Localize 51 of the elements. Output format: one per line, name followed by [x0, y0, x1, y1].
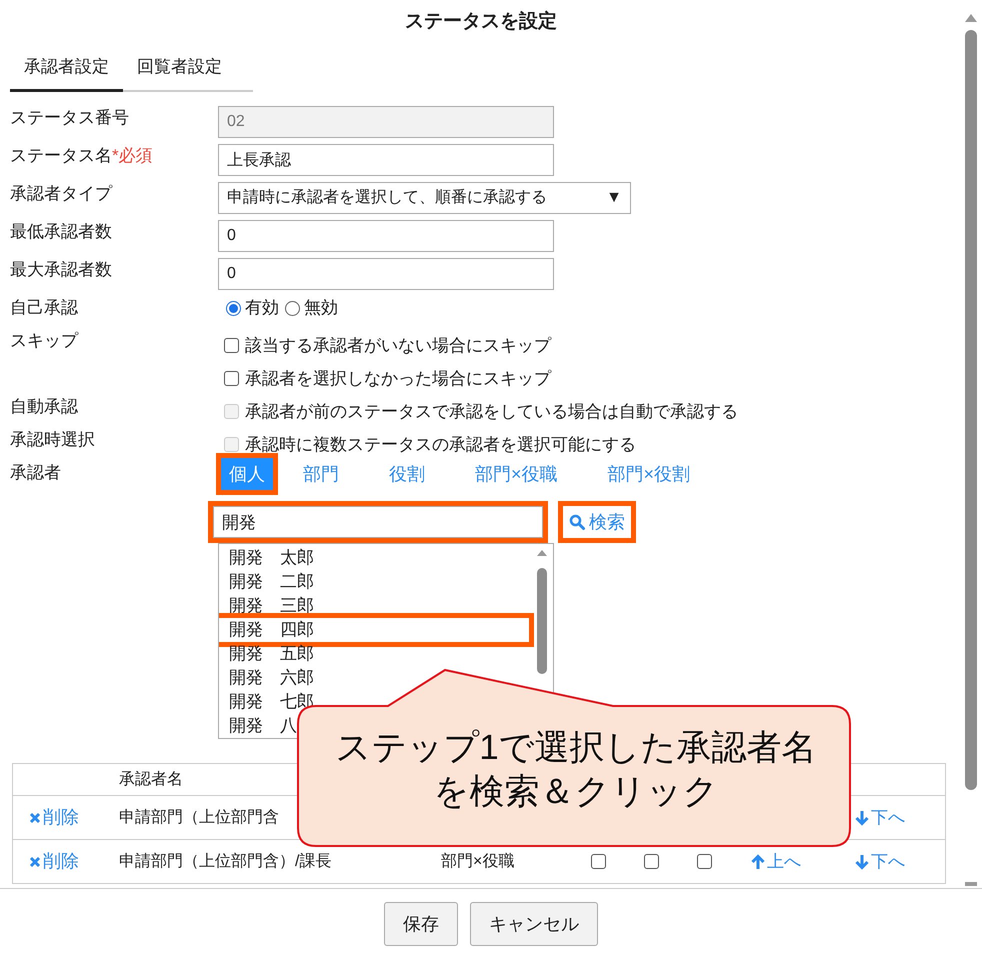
search-field[interactable]: 開発 — [213, 506, 543, 538]
checkbox-label: 承認時に複数ステータスの承認者を選択可能にする — [245, 434, 636, 456]
arrow-down-icon — [855, 810, 869, 826]
field-label: 承認者タイプ — [10, 183, 112, 205]
text-field[interactable]: 0 — [218, 220, 554, 252]
field-label: 承認者 — [10, 463, 61, 482]
text-field[interactable]: 上長承認 — [218, 144, 554, 176]
checkbox[interactable] — [224, 371, 239, 386]
checkbox-label: 承認者が前のステータスで承認をしている場合は自動で承認する — [245, 400, 738, 423]
field-label: 自動承認 — [10, 396, 78, 418]
radio-button[interactable] — [226, 300, 241, 316]
checkbox[interactable] — [224, 338, 239, 353]
dialog-title: ステータスを設定 — [405, 10, 557, 34]
table-cell-text: 申請部門（上位部門含）/課長 — [119, 852, 332, 872]
tab[interactable]: 承認者設定 — [10, 44, 123, 92]
close-icon — [29, 856, 41, 868]
radio-label: 有効 — [245, 297, 279, 320]
arrow-down-icon — [855, 854, 869, 870]
list-item[interactable]: 開発 六郎 — [229, 666, 314, 690]
column-header: 承認者名 — [119, 770, 183, 790]
dropdown-value: 申請時に承認者を選択して、順番に承認する — [227, 188, 547, 208]
radio-button[interactable] — [285, 300, 300, 316]
dialog-button[interactable]: 保存 — [384, 902, 458, 946]
field-label: ステータス名 — [10, 145, 112, 167]
dropdown[interactable]: 申請時に承認者を選択して、順番に承認する ▼ — [218, 182, 631, 214]
caret-icon: ▼ — [606, 186, 622, 210]
field-label: 最低承認者数 — [10, 221, 112, 243]
field-label: 自己承認 — [10, 297, 78, 319]
required-mark: *必須 — [112, 145, 153, 167]
text-field[interactable]: 0 — [218, 258, 554, 290]
arrow-up-icon — [751, 854, 765, 870]
checkbox-label: 該当する承認者がいない場合にスキップ — [245, 334, 551, 357]
tab[interactable]: 回覧者設定 — [123, 44, 236, 92]
field-label: 最大承認者数 — [10, 259, 112, 281]
checkbox[interactable] — [644, 854, 659, 869]
callout-text: ステップ1で選択した承認者名を検索＆クリック — [334, 727, 818, 813]
field-label: スキップ — [10, 330, 78, 352]
checkbox[interactable] — [697, 854, 712, 869]
table-cell: 部門×役職 — [441, 852, 514, 870]
close-icon — [29, 812, 41, 824]
checkbox[interactable] — [591, 854, 606, 869]
search-icon — [569, 514, 585, 530]
checkbox-label: 承認者を選択しなかった場合にスキップ — [245, 368, 551, 390]
dialog-button[interactable]: キャンセル — [470, 902, 598, 946]
list-item[interactable]: 開発 八 — [229, 714, 297, 738]
list-item[interactable]: 開発 太郎 — [229, 546, 314, 570]
radio-label: 無効 — [304, 297, 338, 320]
list-item[interactable]: 開発 二郎 — [229, 570, 314, 594]
table-cell-text: 申請部門（上位部門含 — [119, 808, 280, 828]
field-label: 承認時選択 — [10, 429, 95, 451]
field-label: ステータス番号 — [10, 107, 129, 129]
